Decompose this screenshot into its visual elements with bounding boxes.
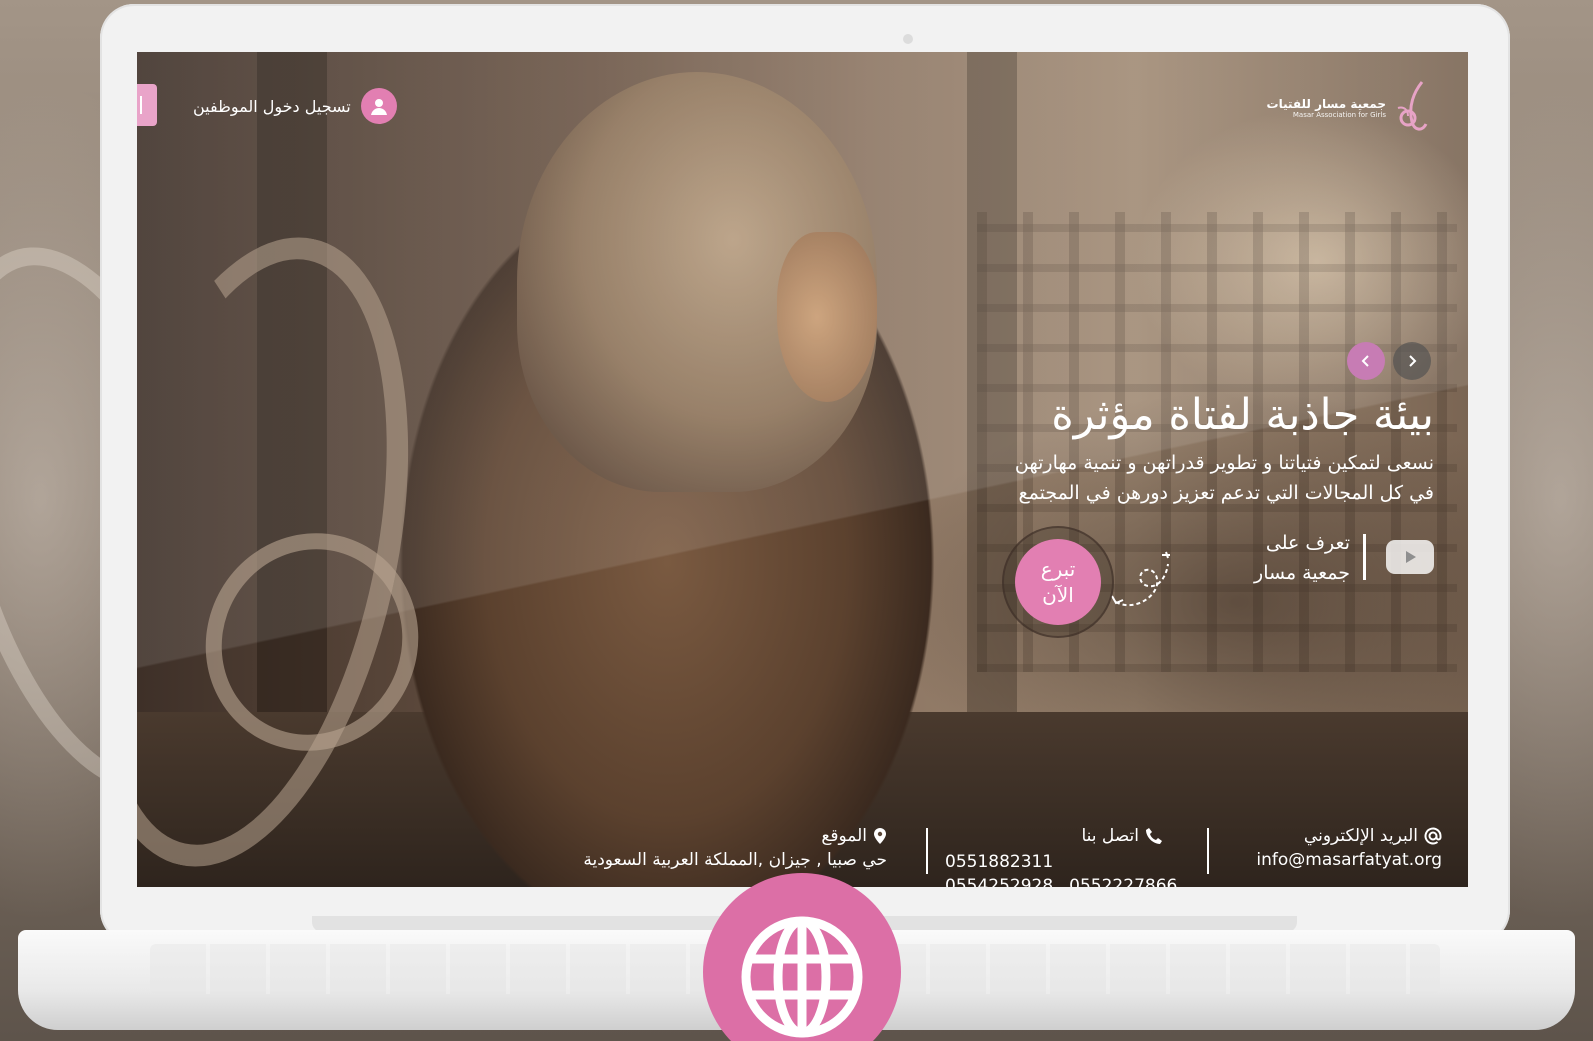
hero-title: بيئة جاذبة لفتاة مؤثرة bbox=[1051, 390, 1434, 440]
footer-divider bbox=[926, 828, 928, 874]
loop-arrow-icon bbox=[1111, 551, 1170, 607]
phone-number[interactable]: 0551882311 bbox=[945, 852, 1053, 872]
employee-login-label[interactable]: تسجيل دخول الموظفين bbox=[193, 97, 351, 116]
phone-label-row: اتصل بنا bbox=[943, 826, 1163, 846]
at-icon bbox=[1424, 827, 1442, 845]
website-screen: تسجيل دخول الموظفين جمعية مسار للفتيات M… bbox=[137, 52, 1468, 887]
donate-now-button[interactable]: تبرع الآن bbox=[1015, 539, 1101, 625]
hero-description-line: نسعى لتمكين فتياتنا و تطوير قدراتهن و تن… bbox=[1014, 452, 1434, 474]
slider-prev-button[interactable] bbox=[1347, 342, 1385, 380]
brand-name-arabic: جمعية مسار للفتيات bbox=[1266, 97, 1386, 111]
donate-label-line[interactable]: تبرع bbox=[1041, 556, 1076, 582]
laptop-camera bbox=[903, 34, 913, 44]
learn-about-line[interactable]: تعرف على bbox=[1254, 528, 1350, 558]
email-label-row: البريد الإلكتروني bbox=[1256, 826, 1442, 846]
slider-next-button[interactable] bbox=[1393, 342, 1431, 380]
location-value: حي صبيا , جيزان ,المملكة العربية السعودي… bbox=[583, 850, 887, 870]
employee-login-link[interactable]: تسجيل دخول الموظفين bbox=[193, 88, 397, 124]
location-label: الموقع bbox=[821, 826, 867, 846]
user-icon[interactable] bbox=[360, 88, 397, 124]
brand-mark-icon bbox=[1397, 81, 1428, 131]
learn-about-line[interactable]: جمعية مسار bbox=[1254, 558, 1350, 588]
brand-logo[interactable]: جمعية مسار للفتيات Masar Association for… bbox=[1267, 78, 1430, 138]
donate-ring: تبرع الآن bbox=[1002, 526, 1114, 638]
hero-description-line: في كل المجالات التي تدعم تعزيز دورهن في … bbox=[1018, 482, 1434, 504]
email-block: البريد الإلكتروني info@masarfatyat.org bbox=[1256, 826, 1442, 870]
email-value[interactable]: info@masarfatyat.org bbox=[1256, 850, 1442, 870]
learn-about-link[interactable]: تعرف على جمعية مسار bbox=[1254, 528, 1350, 588]
brand-name-english: Masar Association for Girls bbox=[1292, 111, 1386, 119]
location-pin-icon bbox=[874, 828, 886, 844]
location-block: الموقع حي صبيا , جيزان ,المملكة العربية … bbox=[557, 826, 887, 870]
location-label-row: الموقع bbox=[557, 826, 887, 846]
donate-label-line[interactable]: الآن bbox=[1041, 582, 1076, 608]
chevron-left-icon bbox=[1361, 355, 1369, 367]
globe-icon bbox=[741, 916, 863, 1038]
phone-number[interactable]: 0552227866 bbox=[1069, 876, 1177, 887]
phone-number[interactable]: 0554252928 bbox=[945, 876, 1053, 887]
actions-divider bbox=[1363, 534, 1366, 580]
hero-actions: تعرف على جمعية مسار تبرع الآن bbox=[1002, 526, 1434, 666]
hero-description: نسعى لتمكين فتياتنا و تطوير قدراتهن و تن… bbox=[894, 448, 1434, 508]
side-menu-tab[interactable] bbox=[137, 84, 157, 126]
phone-numbers: 0551882311 0000000000 0554252928 0552227… bbox=[945, 852, 1177, 887]
contact-label: اتصل بنا bbox=[1081, 826, 1139, 846]
brand-text: جمعية مسار للفتيات Masar Association for… bbox=[1267, 97, 1386, 119]
phone-block: اتصل بنا bbox=[943, 826, 1163, 846]
footer-divider bbox=[1207, 828, 1209, 874]
chevron-right-icon bbox=[1409, 355, 1417, 367]
phone-icon bbox=[1146, 828, 1162, 844]
slider-navigation bbox=[1347, 342, 1431, 380]
email-label: البريد الإلكتروني bbox=[1303, 826, 1418, 846]
youtube-icon[interactable] bbox=[1386, 540, 1434, 574]
